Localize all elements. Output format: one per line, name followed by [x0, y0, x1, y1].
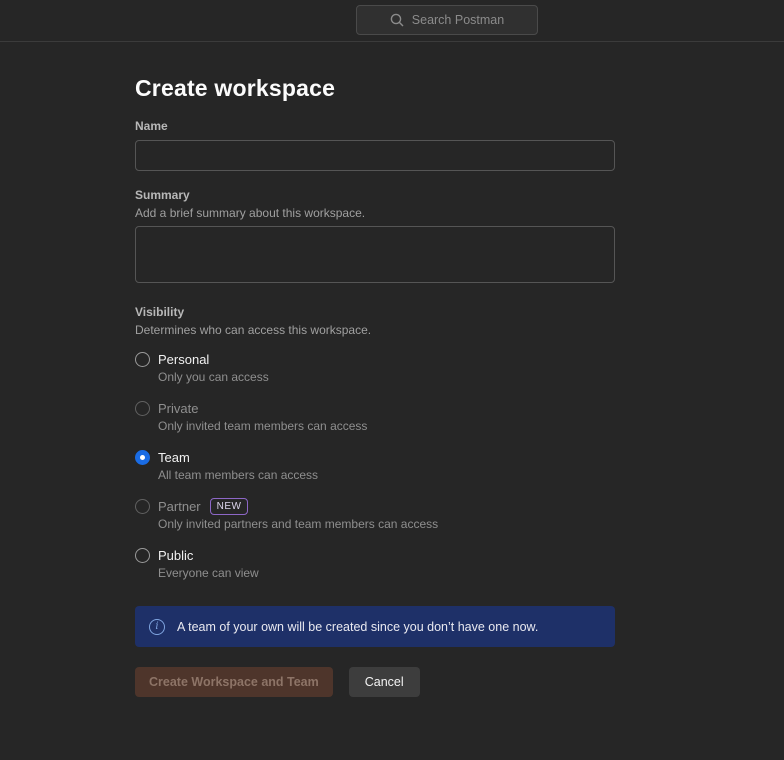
search-placeholder: Search Postman: [412, 13, 504, 27]
summary-input[interactable]: [135, 226, 615, 283]
new-badge: NEW: [210, 498, 249, 515]
create-workspace-form: Create workspace Name Summary Add a brie…: [135, 75, 615, 697]
radio-team-selected[interactable]: [135, 450, 150, 465]
visibility-description: Determines who can access this workspace…: [135, 323, 615, 337]
visibility-option-personal[interactable]: Personal Only you can access: [135, 351, 615, 393]
info-banner: i A team of your own will be created sin…: [135, 606, 615, 647]
option-label-partner[interactable]: Partner: [158, 498, 201, 515]
option-desc-team: All team members can access: [158, 468, 318, 483]
option-label-team[interactable]: Team: [158, 449, 190, 466]
option-desc-private: Only invited team members can access: [158, 419, 367, 434]
radio-private[interactable]: [135, 401, 150, 416]
search-input[interactable]: Search Postman: [356, 5, 538, 35]
visibility-options: Personal Only you can access Private Onl…: [135, 351, 615, 589]
name-label: Name: [135, 119, 615, 133]
create-workspace-button[interactable]: Create Workspace and Team: [135, 667, 333, 697]
radio-public[interactable]: [135, 548, 150, 563]
page-title: Create workspace: [135, 75, 615, 102]
option-desc-personal: Only you can access: [158, 370, 269, 385]
top-bar: Search Postman: [0, 0, 784, 42]
option-desc-public: Everyone can view: [158, 566, 259, 581]
option-label-personal[interactable]: Personal: [158, 351, 209, 368]
info-icon: i: [149, 619, 165, 635]
option-desc-partner: Only invited partners and team members c…: [158, 517, 438, 532]
visibility-option-team[interactable]: Team All team members can access: [135, 449, 615, 491]
radio-partner[interactable]: [135, 499, 150, 514]
info-banner-text: A team of your own will be created since…: [177, 620, 538, 634]
radio-personal[interactable]: [135, 352, 150, 367]
option-label-private[interactable]: Private: [158, 400, 198, 417]
action-buttons: Create Workspace and Team Cancel: [135, 667, 615, 697]
visibility-option-private[interactable]: Private Only invited team members can ac…: [135, 400, 615, 442]
option-label-public[interactable]: Public: [158, 547, 193, 564]
name-input[interactable]: [135, 140, 615, 171]
summary-label: Summary: [135, 188, 615, 202]
visibility-label: Visibility: [135, 305, 615, 319]
visibility-option-partner[interactable]: Partner NEW Only invited partners and te…: [135, 498, 615, 540]
search-icon: [390, 13, 404, 27]
cancel-button[interactable]: Cancel: [349, 667, 420, 697]
summary-description: Add a brief summary about this workspace…: [135, 206, 615, 220]
visibility-option-public[interactable]: Public Everyone can view: [135, 547, 615, 589]
